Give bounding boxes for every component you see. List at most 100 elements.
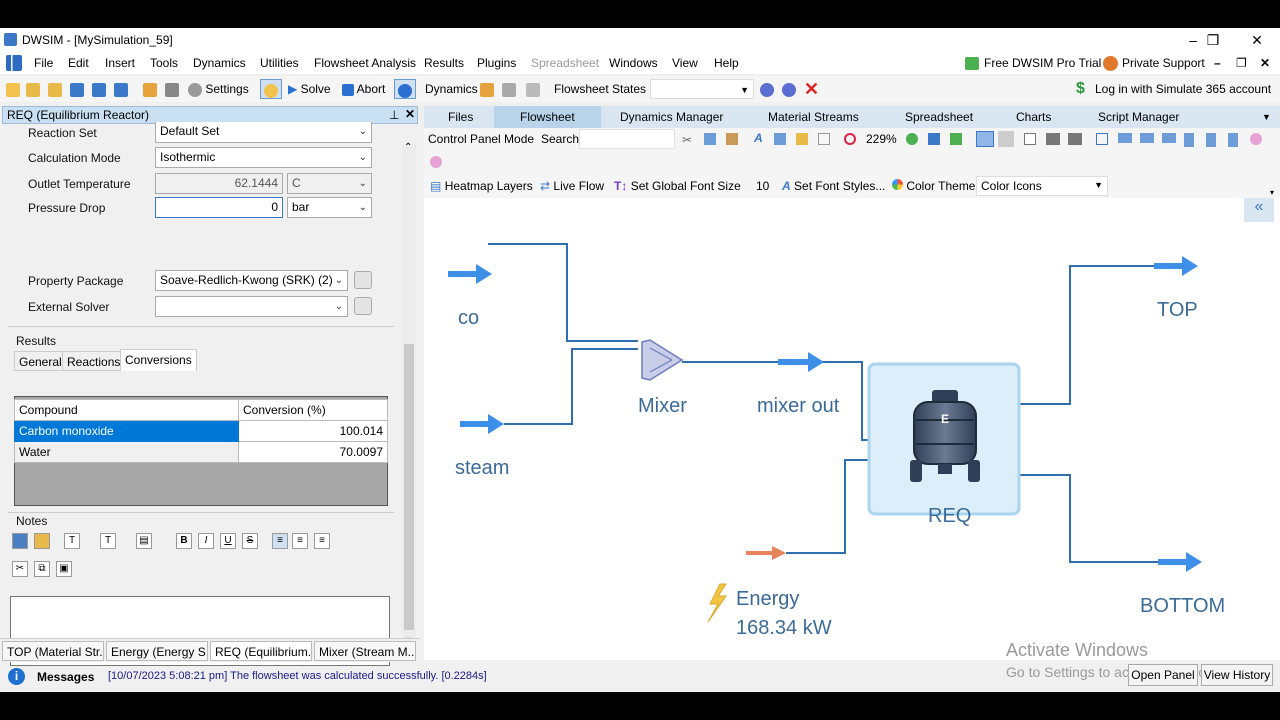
outlet-temp-unit-select[interactable]: C ⌄ xyxy=(287,173,372,194)
doc-tab-energy[interactable]: Energy (Energy S... xyxy=(106,641,208,661)
font-styles-button[interactable]: A Set Font Styles... xyxy=(782,179,885,193)
open-panel-button[interactable]: Open Panel xyxy=(1128,664,1198,686)
pause-button[interactable] xyxy=(260,79,282,99)
recent-folder-icon[interactable] xyxy=(48,79,62,99)
req-label[interactable]: REQ xyxy=(928,505,971,527)
mixer-out-label[interactable]: mixer out xyxy=(757,395,840,417)
print-icon[interactable] xyxy=(1046,133,1060,145)
color-theme-button[interactable]: Color Theme xyxy=(892,179,975,193)
control-panel-mode-toggle[interactable]: Control Panel Mode xyxy=(428,132,534,146)
menu-edit[interactable]: Edit xyxy=(68,56,89,70)
edit-icon[interactable] xyxy=(143,79,157,99)
new-file-icon[interactable] xyxy=(6,79,20,99)
align-center-icon[interactable] xyxy=(1140,133,1154,143)
grid-icon[interactable] xyxy=(976,131,994,147)
italic-icon[interactable]: I xyxy=(198,533,214,549)
close-button[interactable]: ✕ xyxy=(1240,30,1274,50)
save-all-icon[interactable] xyxy=(114,79,128,99)
abort-button[interactable]: Abort xyxy=(342,79,385,99)
conversion-cell[interactable]: 70.0097 xyxy=(238,441,388,463)
pro-trial-link[interactable]: Free DWSIM Pro Trial xyxy=(984,56,1101,70)
live-flow-button[interactable]: ⇄ Live Flow xyxy=(540,179,604,193)
notes-open-icon[interactable] xyxy=(34,533,50,549)
cut-icon[interactable]: ✂ xyxy=(12,561,28,577)
mdi-close-button[interactable]: ✕ xyxy=(1260,56,1270,70)
doc-tab-req[interactable]: REQ (Equilibrium... xyxy=(210,641,312,661)
search-input[interactable] xyxy=(579,129,675,149)
align-top-icon[interactable] xyxy=(1184,133,1194,147)
compound-cell[interactable]: Water xyxy=(14,441,239,463)
strikethrough-icon[interactable]: S xyxy=(242,533,258,549)
tabs-overflow-icon[interactable]: ▼ xyxy=(1262,112,1271,122)
print-icon[interactable] xyxy=(165,79,179,99)
menu-insert[interactable]: Insert xyxy=(105,56,135,70)
color-theme-select[interactable]: Color Icons ▼ xyxy=(976,176,1108,196)
paste-icon[interactable] xyxy=(726,133,738,145)
save-as-icon[interactable] xyxy=(92,79,106,99)
panel-scrollbar[interactable]: ⌃ ⌄ xyxy=(402,142,416,644)
private-support-link[interactable]: Private Support xyxy=(1122,56,1205,70)
doc-tab-mixer[interactable]: Mixer (Stream M... xyxy=(314,641,416,661)
heatmap-layers-button[interactable]: ▤ Heatmap Layers xyxy=(430,179,533,193)
color-icon[interactable]: ▤ xyxy=(136,533,152,549)
solve-button[interactable]: ▶ Solve xyxy=(288,79,331,99)
table-icon[interactable] xyxy=(774,133,786,145)
tab-general[interactable]: General xyxy=(14,351,67,371)
align-left-icon[interactable] xyxy=(1118,133,1132,143)
menu-view[interactable]: View xyxy=(672,56,698,70)
align-icon[interactable] xyxy=(1096,133,1108,145)
tab-spreadsheet[interactable]: Spreadsheet xyxy=(905,110,973,124)
zoom-default-icon[interactable] xyxy=(950,133,962,145)
tab-conversions[interactable]: Conversions xyxy=(120,349,197,371)
image-icon[interactable] xyxy=(796,133,808,145)
menu-dynamics[interactable]: Dynamics xyxy=(193,56,246,70)
chart-icon[interactable] xyxy=(526,79,540,99)
rectangle-icon[interactable] xyxy=(818,133,830,145)
align-left-icon[interactable]: ≡ xyxy=(272,533,288,549)
align-center-icon[interactable]: ≡ xyxy=(292,533,308,549)
simulate365-login-link[interactable]: Log in with Simulate 365 account xyxy=(1095,79,1271,99)
reactor-vessel-icon[interactable] xyxy=(910,390,980,482)
settings-button[interactable]: Settings xyxy=(188,79,249,99)
open-folder-icon[interactable] xyxy=(26,79,40,99)
flask-icon[interactable] xyxy=(760,79,774,99)
restore-button[interactable]: ❐ xyxy=(1196,30,1230,50)
font-size-value[interactable]: 10 xyxy=(756,179,769,193)
menu-utilities[interactable]: Utilities xyxy=(260,56,299,70)
zoom-fit-icon[interactable] xyxy=(928,133,940,145)
reaction-set-select[interactable]: Default Set ⌄ xyxy=(155,122,372,143)
calc-mode-select[interactable]: Isothermic ⌄ xyxy=(155,147,372,168)
integrator-icon[interactable] xyxy=(502,79,516,99)
delete-icon[interactable]: ✕ xyxy=(804,79,819,99)
compound-cell[interactable]: Carbon monoxide xyxy=(14,420,239,442)
copy-icon[interactable]: ⧉ xyxy=(34,561,50,577)
balloon-icon[interactable] xyxy=(782,79,796,99)
snap-icon[interactable] xyxy=(998,131,1014,147)
underline-icon[interactable]: U xyxy=(220,533,236,549)
mdi-restore-button[interactable]: ❐ xyxy=(1236,56,1247,70)
doc-tab-top[interactable]: TOP (Material Str... xyxy=(2,641,104,661)
dynamics-label[interactable]: Dynamics xyxy=(425,79,478,99)
toolbar-overflow-icon[interactable]: ▾ xyxy=(1270,188,1274,197)
distribute-icon[interactable] xyxy=(1250,133,1262,145)
pin-icon[interactable]: ⊥ xyxy=(389,108,399,122)
steam-label[interactable]: steam xyxy=(455,457,509,479)
zoom-icon[interactable] xyxy=(844,133,856,145)
align-right-icon[interactable] xyxy=(1162,133,1176,143)
notes-save-icon[interactable] xyxy=(12,533,28,549)
mdi-minimize-button[interactable]: – xyxy=(1214,56,1221,70)
font-size-icon[interactable]: T xyxy=(100,533,116,549)
print-preview-icon[interactable] xyxy=(1068,133,1082,145)
menu-results[interactable]: Results xyxy=(424,56,464,70)
scroll-up-icon[interactable]: ⌃ xyxy=(404,142,412,153)
paste-icon[interactable]: ▣ xyxy=(56,561,72,577)
cut-icon[interactable]: ✂ xyxy=(682,133,694,147)
header-conversion[interactable]: Conversion (%) xyxy=(238,399,388,421)
page-icon[interactable] xyxy=(1024,133,1036,145)
menu-plugins[interactable]: Plugins xyxy=(477,56,516,70)
pressure-drop-unit-select[interactable]: bar ⌄ xyxy=(287,197,372,218)
menu-windows[interactable]: Windows xyxy=(609,56,658,70)
scrollbar-thumb[interactable] xyxy=(404,344,414,630)
outlet-temp-input[interactable]: 62.1444 xyxy=(155,173,283,194)
menu-help[interactable]: Help xyxy=(714,56,739,70)
